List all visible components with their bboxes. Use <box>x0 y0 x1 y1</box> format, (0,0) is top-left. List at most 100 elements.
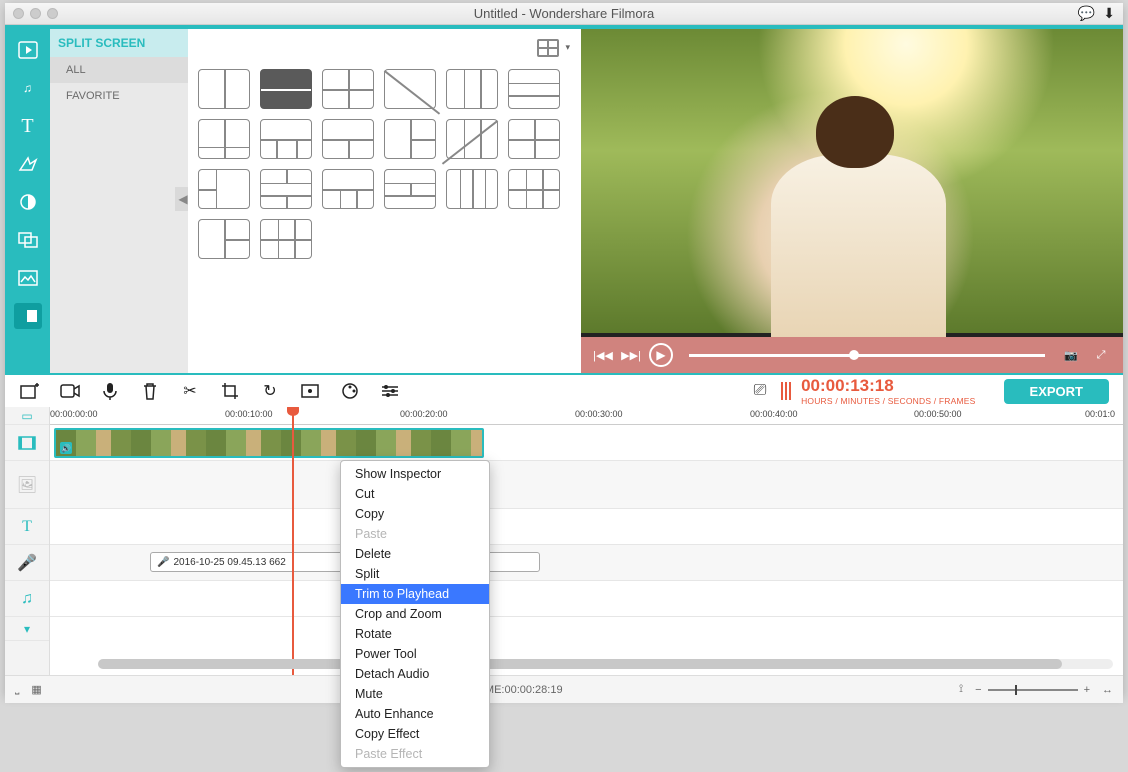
next-button[interactable]: ▶▶| <box>621 345 641 365</box>
h-scrollbar[interactable] <box>98 659 1113 669</box>
ruler[interactable]: 00:00:00:0000:00:10:0000:00:20:0000:00:3… <box>50 407 1123 425</box>
template-16[interactable] <box>384 169 436 209</box>
voice-track[interactable]: 🎤 2016-10-25 09.45.13 662 <box>50 545 1123 581</box>
menu-auto-enhance[interactable]: Auto Enhance <box>341 704 489 724</box>
status-icon-1[interactable]: ⎵ <box>15 683 19 696</box>
color-button[interactable] <box>339 380 361 402</box>
template-5[interactable] <box>446 69 498 109</box>
template-18[interactable] <box>508 169 560 209</box>
template-10[interactable] <box>384 119 436 159</box>
prev-button[interactable]: |◀◀ <box>593 345 613 365</box>
category-favorite[interactable]: FAVORITE <box>50 83 188 109</box>
template-6[interactable] <box>508 69 560 109</box>
music-track-icon[interactable]: ♫ <box>5 581 49 617</box>
speed-button[interactable] <box>299 380 321 402</box>
template-12[interactable] <box>508 119 560 159</box>
status-icon-2[interactable]: ▦ <box>31 683 41 696</box>
preview-frame <box>581 29 1123 333</box>
playback-slider[interactable] <box>689 354 1045 357</box>
menu-show-inspector[interactable]: Show Inspector <box>341 464 489 484</box>
template-8[interactable] <box>260 119 312 159</box>
delete-button[interactable] <box>139 380 161 402</box>
menu-rotate[interactable]: Rotate <box>341 624 489 644</box>
titlebar: Untitled - Wondershare Filmora 💬 ⬇ <box>5 3 1123 25</box>
menu-mute[interactable]: Mute <box>341 684 489 704</box>
template-15[interactable] <box>322 169 374 209</box>
settings-button[interactable] <box>379 380 401 402</box>
template-grid <box>188 29 581 373</box>
zoom-track-icon[interactable]: ▾ <box>5 617 49 641</box>
zoom-slider[interactable] <box>988 689 1078 691</box>
play-button[interactable]: ▶ <box>649 343 673 367</box>
status-bar: ⎵ ▦ TOTAL TIME:00:00:28:19 ⟟ − + ↔ <box>5 675 1123 703</box>
add-media-button[interactable] <box>19 380 41 402</box>
fullscreen-button[interactable]: ⤢ <box>1091 345 1111 365</box>
playhead[interactable] <box>292 412 294 675</box>
menu-cut[interactable]: Cut <box>341 484 489 504</box>
template-3[interactable] <box>322 69 374 109</box>
zoom-in-button[interactable]: + <box>1084 684 1090 696</box>
menu-power-tool[interactable]: Power Tool <box>341 644 489 664</box>
snapshot-button[interactable]: 📷 <box>1061 345 1081 365</box>
menu-detach-audio[interactable]: Detach Audio <box>341 664 489 684</box>
timeline-toolbar: ✂ ↻ ⎚ 00:00:13:18 HOURS / MINUTES / SECO… <box>5 373 1123 407</box>
snap-icon[interactable]: ⟟ <box>959 683 963 696</box>
rotate-button[interactable]: ↻ <box>259 380 281 402</box>
template-17[interactable] <box>446 169 498 209</box>
menu-split[interactable]: Split <box>341 564 489 584</box>
video-track-icon[interactable] <box>5 425 49 461</box>
splitscreen-icon[interactable] <box>14 303 42 329</box>
template-13[interactable] <box>198 169 250 209</box>
voiceover-button[interactable] <box>99 380 121 402</box>
crop-button[interactable] <box>219 380 241 402</box>
audio-mixer-button[interactable]: ⎚ <box>749 380 771 402</box>
cut-button[interactable]: ✂ <box>179 380 201 402</box>
color-icon[interactable] <box>14 189 42 215</box>
zoom-out-button[interactable]: − <box>975 684 981 696</box>
template-4[interactable] <box>384 69 436 109</box>
media-icon[interactable] <box>14 37 42 63</box>
category-all[interactable]: ALL <box>50 57 188 83</box>
fit-icon[interactable]: ↔ <box>1102 684 1113 696</box>
mic-icon: 🎤 <box>157 557 169 568</box>
ruler-mark: 00:00:20:00 <box>400 409 448 419</box>
video-clip[interactable]: 🔊 <box>54 428 484 458</box>
text-track-icon[interactable]: T <box>5 509 49 545</box>
menu-copy-effect[interactable]: Copy Effect <box>341 724 489 744</box>
menu-paste-effect: Paste Effect <box>341 744 489 764</box>
ruler-mark: 00:00:40:00 <box>750 409 798 419</box>
context-menu: Show InspectorCutCopyPasteDeleteSplitTri… <box>340 460 490 768</box>
left-nav: ♫ T <box>5 29 50 373</box>
template-11[interactable] <box>446 119 498 159</box>
music-track[interactable] <box>50 581 1123 617</box>
text-icon[interactable]: T <box>14 113 42 139</box>
template-20[interactable] <box>260 219 312 259</box>
music-icon[interactable]: ♫ <box>14 75 42 101</box>
effects-icon[interactable] <box>14 151 42 177</box>
record-button[interactable] <box>59 380 81 402</box>
menu-paste: Paste <box>341 524 489 544</box>
menu-copy[interactable]: Copy <box>341 504 489 524</box>
template-1[interactable] <box>198 69 250 109</box>
template-19[interactable] <box>198 219 250 259</box>
image-track-icon[interactable]: 🖼 <box>5 461 49 509</box>
marker-track-icon[interactable]: ▭ <box>5 407 49 425</box>
transition-icon[interactable] <box>14 227 42 253</box>
menu-delete[interactable]: Delete <box>341 544 489 564</box>
video-track[interactable]: 🔊 <box>50 425 1123 461</box>
timecode-value: 00:00:13:18 <box>801 376 975 396</box>
category-panel: SPLIT SCREEN ALLFAVORITE <box>50 29 188 373</box>
export-button[interactable]: EXPORT <box>1004 379 1109 404</box>
menu-crop-and-zoom[interactable]: Crop and Zoom <box>341 604 489 624</box>
view-toggle[interactable] <box>537 39 559 57</box>
image-icon[interactable] <box>14 265 42 291</box>
template-14[interactable] <box>260 169 312 209</box>
template-2[interactable] <box>260 69 312 109</box>
template-7[interactable] <box>198 119 250 159</box>
template-9[interactable] <box>322 119 374 159</box>
text-track[interactable] <box>50 509 1123 545</box>
image-track[interactable] <box>50 461 1123 509</box>
menu-trim-to-playhead[interactable]: Trim to Playhead <box>341 584 489 604</box>
voice-track-icon[interactable]: 🎤 <box>5 545 49 581</box>
timecode-label: HOURS / MINUTES / SECONDS / FRAMES <box>801 396 975 406</box>
